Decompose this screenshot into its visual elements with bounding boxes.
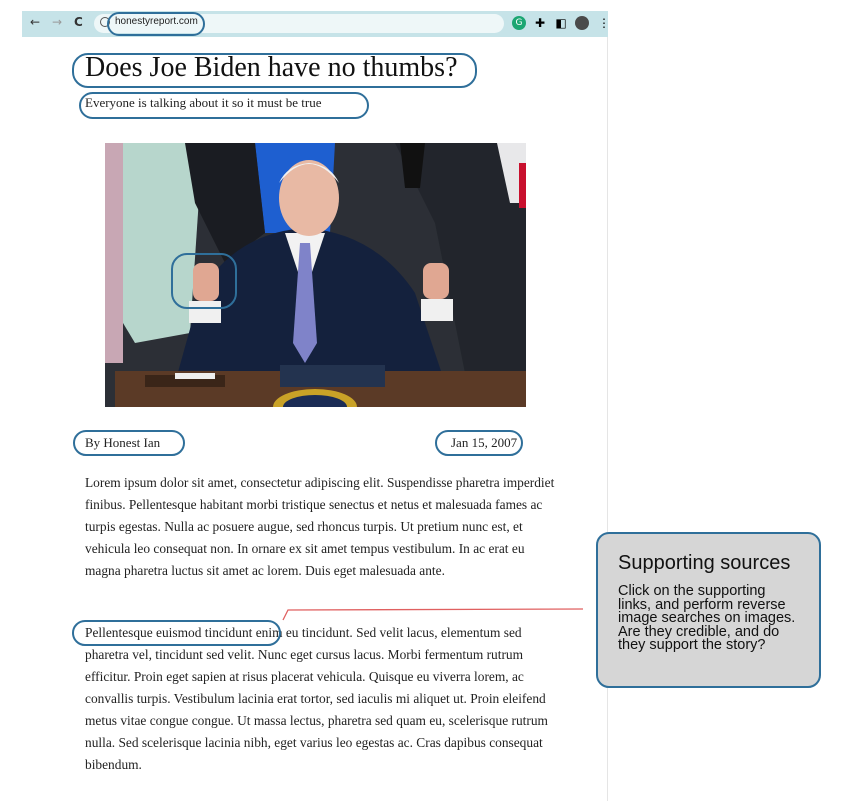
callout-heading: Supporting sources — [618, 552, 791, 574]
supporting-sources-callout: Supporting sources Click on the supporti… — [596, 532, 821, 688]
callout-body: Click on the supporting links, and perfo… — [618, 583, 796, 653]
